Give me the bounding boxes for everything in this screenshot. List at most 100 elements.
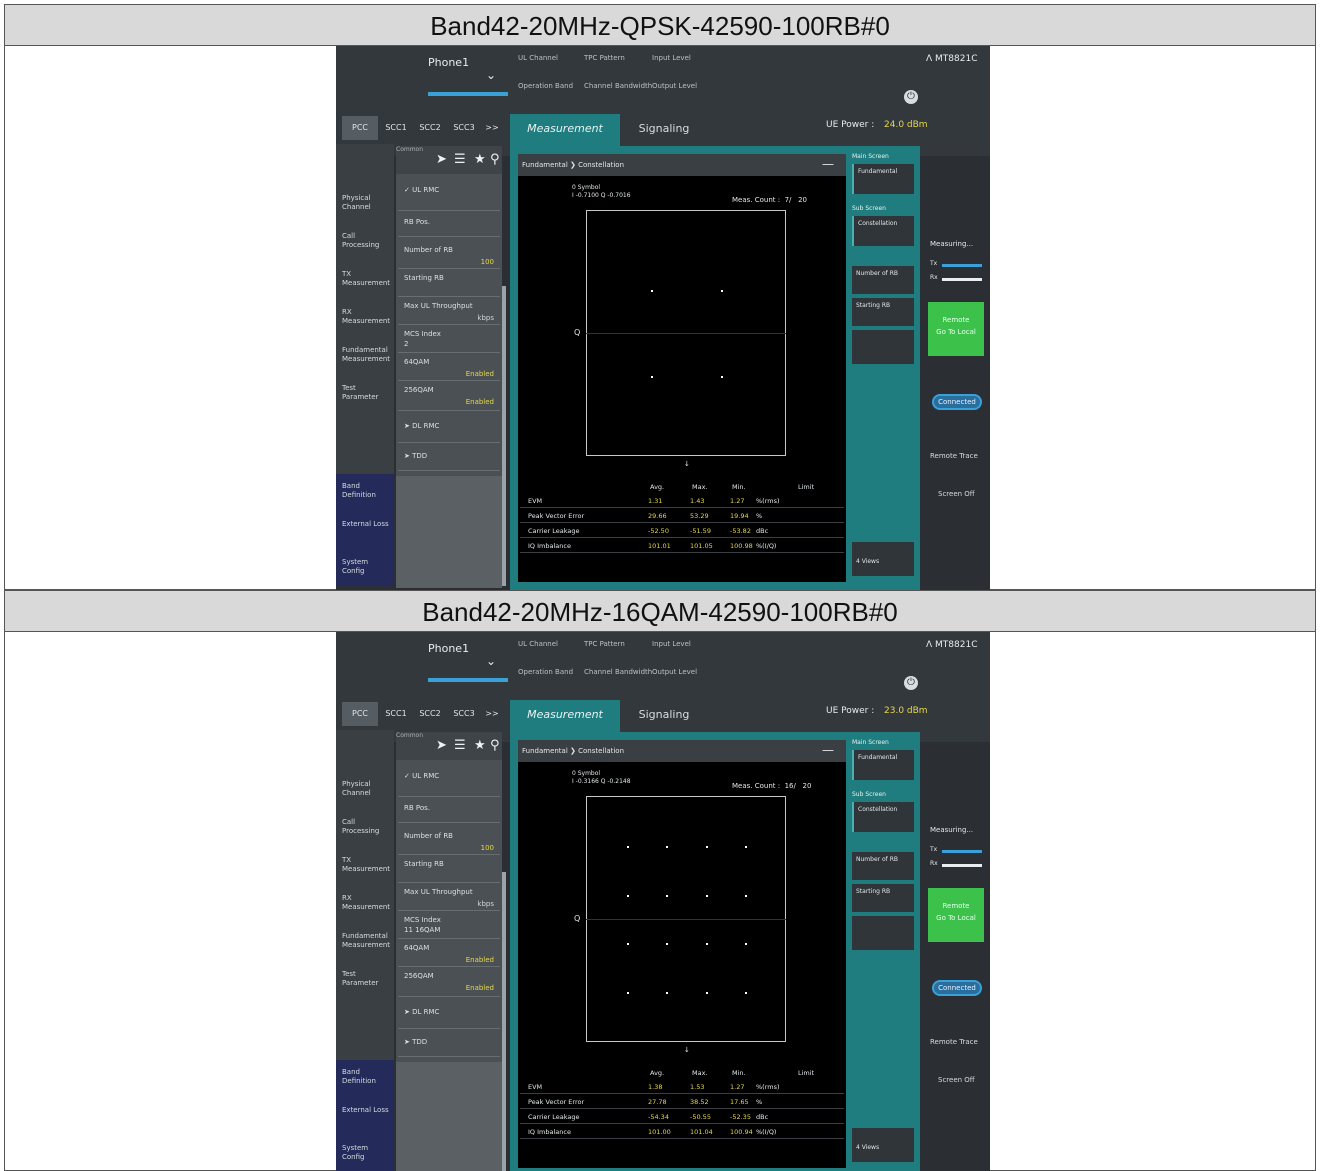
tab-pcc[interactable]: PCC <box>342 116 378 140</box>
tab-signaling[interactable]: Signaling <box>624 114 704 146</box>
nav-item[interactable]: TX Measurement <box>342 270 392 288</box>
tab-more[interactable]: >> <box>482 702 502 726</box>
tab-pcc[interactable]: PCC <box>342 702 378 726</box>
number-of-rb-button[interactable]: Number of RB <box>852 852 914 880</box>
power-icon[interactable]: ⏻ <box>904 90 918 104</box>
chevron-right-circle-icon[interactable]: ➤ <box>436 152 447 167</box>
nav-item[interactable]: Band Definition <box>342 482 392 500</box>
scrollbar-thumb[interactable] <box>502 286 506 586</box>
common-label[interactable]: Common <box>396 732 502 739</box>
tab-scc2[interactable]: SCC2 <box>414 702 446 726</box>
minimize-icon[interactable]: — <box>822 154 834 174</box>
max-ul-throughput-label[interactable]: Max UL Throughput <box>404 888 473 896</box>
search-icon[interactable]: ⚲ <box>490 152 500 167</box>
remote-button[interactable]: Remote Go To Local <box>928 302 984 356</box>
chevron-down-icon[interactable]: ⌄ <box>486 68 496 82</box>
common-label[interactable]: Common <box>396 146 502 153</box>
screen-off-button[interactable]: Screen Off <box>938 1076 975 1084</box>
nav-item[interactable]: Call Processing <box>342 232 392 250</box>
dl-rmc-header[interactable]: ➤ DL RMC <box>404 1008 439 1016</box>
nav-item[interactable]: RX Measurement <box>342 308 392 326</box>
remote-trace-button[interactable]: Remote Trace <box>930 452 978 460</box>
extra-button[interactable] <box>852 330 914 364</box>
nav-item[interactable]: System Config <box>342 558 392 576</box>
number-of-rb-button[interactable]: Number of RB <box>852 266 914 294</box>
search-icon[interactable]: ⚲ <box>490 738 500 753</box>
tab-more[interactable]: >> <box>482 116 502 140</box>
chevron-down-icon[interactable]: ⌄ <box>486 654 496 668</box>
scrollbar-thumb[interactable] <box>502 872 506 1171</box>
nav-item[interactable]: Band Definition <box>342 1068 392 1086</box>
extra-button[interactable] <box>852 916 914 950</box>
nav-item[interactable]: System Config <box>342 1144 392 1162</box>
phone-selector-label[interactable]: Phone1 <box>428 56 469 69</box>
connected-badge[interactable]: Connected <box>932 394 982 410</box>
ul-rmc-header[interactable]: ✓ UL RMC <box>404 186 439 194</box>
ul-rmc-label: UL RMC <box>412 772 440 780</box>
list-play-icon[interactable]: ☰ <box>454 152 466 167</box>
qam256-label[interactable]: 256QAM <box>404 972 434 980</box>
remote-trace-button[interactable]: Remote Trace <box>930 1038 978 1046</box>
phone-selector-label[interactable]: Phone1 <box>428 642 469 655</box>
tdd-header[interactable]: ➤ TDD <box>404 452 427 460</box>
tab-measurement[interactable]: Measurement <box>510 700 620 732</box>
breadcrumb-constellation: Constellation <box>578 161 625 169</box>
nav-item[interactable]: TX Measurement <box>342 856 392 874</box>
starting-rb-button[interactable]: Starting RB <box>852 298 914 326</box>
starting-rb-label[interactable]: Starting RB <box>404 274 444 282</box>
star-icon[interactable]: ★ <box>474 152 486 167</box>
tdd-header[interactable]: ➤ TDD <box>404 1038 427 1046</box>
nav-item[interactable]: External Loss <box>342 520 392 529</box>
nav-item[interactable]: Physical Channel <box>342 194 392 212</box>
nav-item[interactable]: Physical Channel <box>342 780 392 798</box>
chevron-right-circle-icon[interactable]: ➤ <box>436 738 447 753</box>
connected-badge[interactable]: Connected <box>932 980 982 996</box>
mcs-index-label[interactable]: MCS Index <box>404 916 441 924</box>
constellation-button[interactable]: Constellation <box>852 216 914 246</box>
nav-item[interactable]: RX Measurement <box>342 894 392 912</box>
tab-scc2[interactable]: SCC2 <box>414 116 446 140</box>
breadcrumb-fundamental[interactable]: Fundamental <box>522 161 568 169</box>
screen-off-button[interactable]: Screen Off <box>938 490 975 498</box>
rb-pos-label[interactable]: RB Pos. <box>404 804 430 812</box>
qam256-label[interactable]: 256QAM <box>404 386 434 394</box>
nav-item[interactable]: External Loss <box>342 1106 392 1115</box>
fundamental-button[interactable]: Fundamental <box>852 164 914 194</box>
starting-rb-label[interactable]: Starting RB <box>404 860 444 868</box>
qam64-label[interactable]: 64QAM <box>404 358 429 366</box>
tab-scc3[interactable]: SCC3 <box>448 702 480 726</box>
nav-item[interactable]: Call Processing <box>342 818 392 836</box>
views-button[interactable]: 4 Views <box>852 542 914 576</box>
nav-item[interactable]: Fundamental Measurement <box>342 932 392 950</box>
throughput-unit: kbps <box>477 900 494 908</box>
max-ul-throughput-label[interactable]: Max UL Throughput <box>404 302 473 310</box>
rb-pos-label[interactable]: RB Pos. <box>404 218 430 226</box>
views-button[interactable]: 4 Views <box>852 1128 914 1162</box>
tab-scc1[interactable]: SCC1 <box>380 116 412 140</box>
star-icon[interactable]: ★ <box>474 738 486 753</box>
remote-button[interactable]: Remote Go To Local <box>928 888 984 942</box>
starting-rb-button[interactable]: Starting RB <box>852 884 914 912</box>
power-icon[interactable]: ⏻ <box>904 676 918 690</box>
breadcrumb-fundamental[interactable]: Fundamental <box>522 747 568 755</box>
tab-scc1[interactable]: SCC1 <box>380 702 412 726</box>
number-of-rb-label[interactable]: Number of RB <box>404 246 453 254</box>
go-to-local-label: Go To Local <box>936 914 976 922</box>
constellation-button[interactable]: Constellation <box>852 802 914 832</box>
divider <box>398 966 500 967</box>
ul-rmc-header[interactable]: ✓ UL RMC <box>404 772 439 780</box>
tab-scc3[interactable]: SCC3 <box>448 116 480 140</box>
number-of-rb-value: 100 <box>480 844 494 852</box>
dl-rmc-header[interactable]: ➤ DL RMC <box>404 422 439 430</box>
mcs-index-label[interactable]: MCS Index <box>404 330 441 338</box>
nav-item[interactable]: Fundamental Measurement <box>342 346 392 364</box>
nav-item[interactable]: Test Parameter <box>342 970 392 988</box>
number-of-rb-label[interactable]: Number of RB <box>404 832 453 840</box>
fundamental-button[interactable]: Fundamental <box>852 750 914 780</box>
tab-signaling[interactable]: Signaling <box>624 700 704 732</box>
qam64-label[interactable]: 64QAM <box>404 944 429 952</box>
list-play-icon[interactable]: ☰ <box>454 738 466 753</box>
tab-measurement[interactable]: Measurement <box>510 114 620 146</box>
minimize-icon[interactable]: — <box>822 740 834 760</box>
nav-item[interactable]: Test Parameter <box>342 384 392 402</box>
